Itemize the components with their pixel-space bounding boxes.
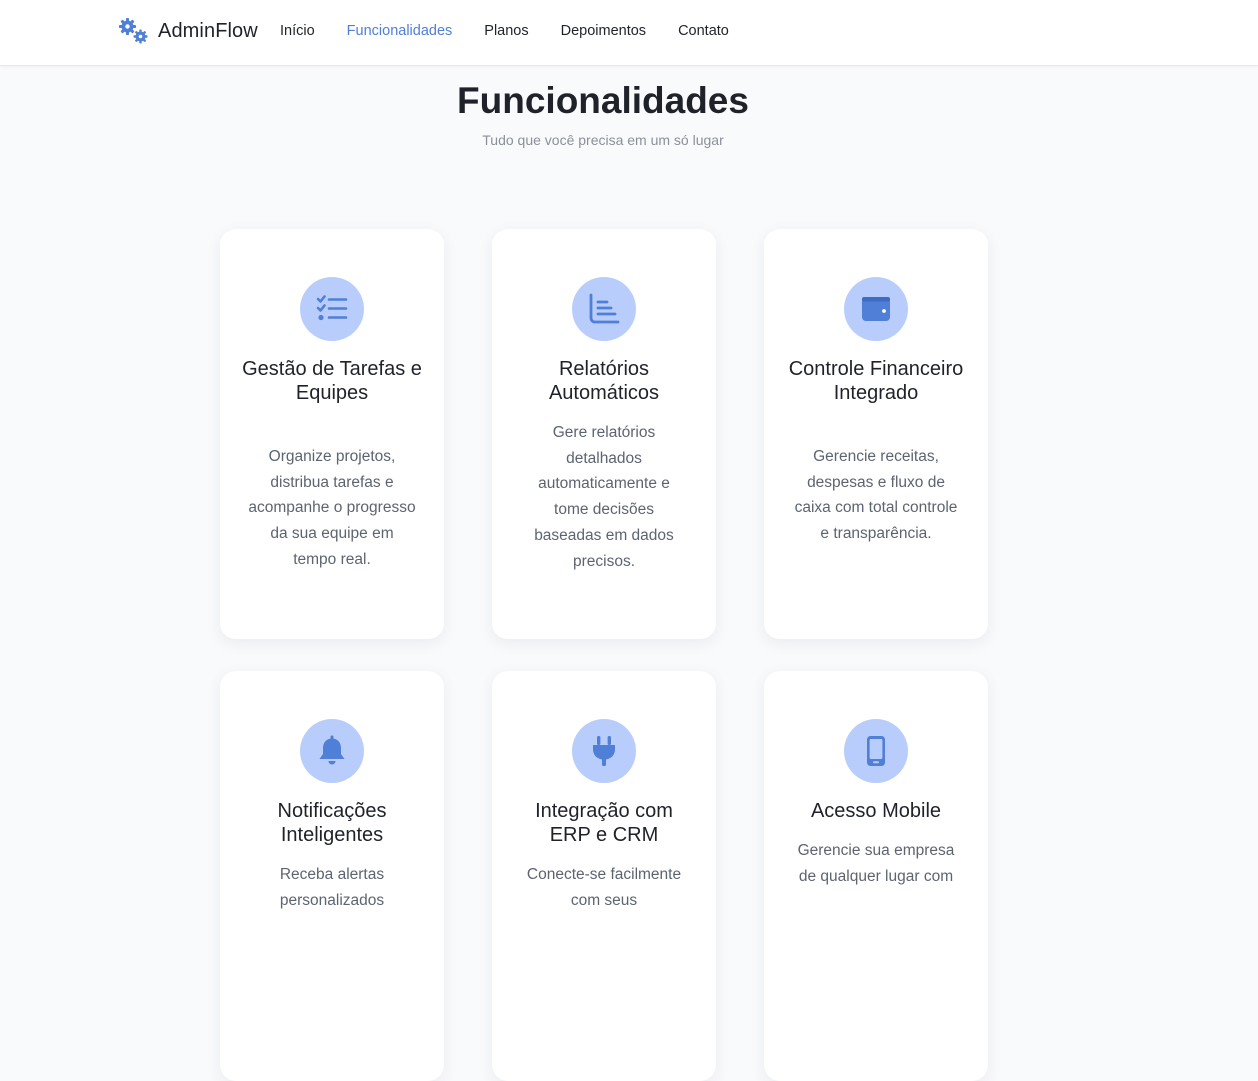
brand-logo-link[interactable]: AdminFlow — [118, 16, 258, 46]
feature-icon-wrap — [844, 719, 908, 783]
feature-icon-wrap — [572, 277, 636, 341]
gears-icon — [119, 18, 148, 44]
feature-card-tarefas: Gestão de Tarefas e Equipes Organize pro… — [220, 229, 444, 639]
nav-item: Funcionalidades — [347, 22, 453, 40]
mobile-icon — [867, 736, 885, 766]
feature-description: Conecte-se facilmente com seus — [526, 866, 682, 909]
feature-card-financeiro: Controle Financeiro Integrado Gerencie r… — [764, 229, 988, 639]
feature-card-relatorios: Relatórios Automáticos Gere relatórios d… — [492, 229, 716, 639]
feature-icon-wrap — [844, 277, 908, 341]
feature-card-integracao: Integração com ERP e CRM Conecte-se faci… — [492, 671, 716, 1081]
feature-description: Gere relatórios detalhados automaticamen… — [534, 424, 674, 570]
nav-item: Contato — [678, 22, 729, 40]
navbar: AdminFlow Início Funcionalidades Planos … — [0, 0, 1258, 66]
nav-link-funcionalidades[interactable]: Funcionalidades — [347, 23, 453, 39]
nav-link-contato[interactable]: Contato — [678, 23, 729, 39]
bell-icon — [319, 735, 345, 765]
feature-card-notificacoes: Notificações Inteligentes Receba alertas… — [220, 671, 444, 1081]
feature-description: Organize projetos, distribua tarefas e a… — [248, 448, 416, 568]
feature-icon-wrap — [300, 719, 364, 783]
section-title: Funcionalidades — [457, 80, 749, 121]
feature-title: Acesso Mobile — [810, 800, 942, 822]
nav-item: Planos — [484, 22, 528, 40]
feature-title: Relatórios Automáticos — [548, 358, 660, 404]
feature-description: Receba alertas personalizados — [279, 866, 385, 909]
feature-icon-wrap — [300, 277, 364, 341]
feature-title: Notificações Inteligentes — [277, 800, 387, 846]
nav-item: Início — [280, 22, 315, 40]
feature-icon-wrap — [572, 719, 636, 783]
feature-title: Integração com ERP e CRM — [535, 800, 673, 846]
plug-icon — [593, 736, 615, 766]
chart-icon — [589, 293, 620, 324]
nav-link-planos[interactable]: Planos — [484, 23, 528, 39]
nav-link-inicio[interactable]: Início — [280, 23, 315, 39]
feature-title: Gestão de Tarefas e Equipes — [242, 358, 422, 404]
feature-description: Gerencie receitas, despesas e fluxo de c… — [794, 448, 958, 543]
nav-menu: Início Funcionalidades Planos Depoimento… — [280, 22, 729, 40]
feature-card-mobile: Acesso Mobile Gerencie sua empresa de qu… — [764, 671, 988, 1081]
feature-title: Controle Financeiro Integrado — [788, 358, 964, 404]
nav-item: Depoimentos — [561, 22, 646, 40]
section-subtitle: Tudo que você precisa em um só lugar — [482, 132, 724, 148]
task-list-icon — [316, 295, 348, 321]
nav-link-depoimentos[interactable]: Depoimentos — [561, 23, 646, 39]
feature-description: Gerencie sua empresa de qualquer lugar c… — [797, 842, 955, 885]
wallet-icon — [862, 297, 890, 321]
brand-name: AdminFlow — [158, 19, 258, 42]
